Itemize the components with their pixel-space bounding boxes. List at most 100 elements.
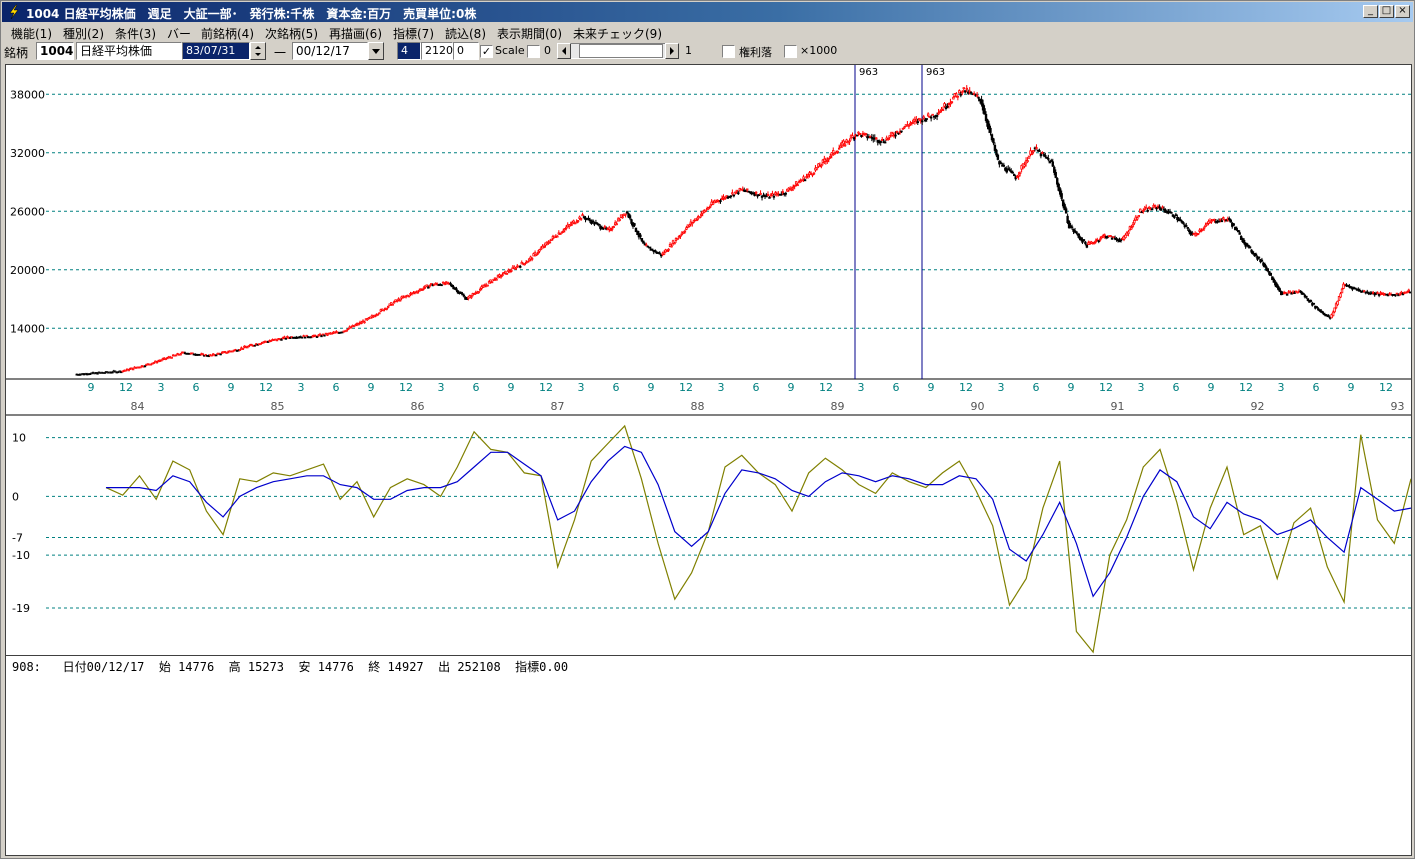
scroll-thumb[interactable]	[579, 44, 663, 58]
candle-body	[692, 220, 696, 223]
to-date-select[interactable]: 00/12/17	[292, 42, 368, 60]
stock-name-input[interactable]: 日経平均株価	[76, 42, 182, 60]
candle-body	[588, 219, 592, 222]
menu-condition[interactable]: 条件(3)	[115, 25, 156, 42]
candle-body	[479, 288, 482, 291]
candle-body	[378, 312, 381, 315]
candle-body	[1011, 171, 1014, 174]
candle-body	[576, 220, 580, 222]
candle-body	[542, 246, 546, 248]
candle-body	[1084, 241, 1087, 245]
candle-body	[612, 226, 615, 228]
candle-body	[490, 281, 494, 284]
chevron-down-icon[interactable]	[368, 42, 384, 60]
candle-body	[888, 135, 891, 138]
candle-body	[910, 122, 914, 124]
candle-body	[999, 162, 1003, 165]
candle-body	[731, 192, 734, 195]
candle-body	[925, 118, 928, 120]
candle-body	[1013, 174, 1016, 177]
candle-body	[843, 144, 847, 147]
candle-body	[1173, 215, 1176, 219]
minimize-button[interactable]: _	[1363, 5, 1378, 18]
candle-body	[879, 140, 882, 143]
month-tick-label: 9	[1208, 381, 1215, 394]
candle-body	[548, 241, 552, 244]
candle-body	[1312, 302, 1316, 305]
candle-body	[1245, 243, 1249, 246]
menu-bar-item[interactable]: バー	[167, 25, 191, 42]
menu-redraw[interactable]: 再描画(6)	[329, 25, 382, 42]
param-offset-input[interactable]: 0	[453, 42, 479, 60]
candle-body	[1109, 235, 1112, 238]
candle-body	[1222, 217, 1225, 220]
menu-indicator[interactable]: 指標(7)	[393, 25, 434, 42]
osc-axis-label: -7	[12, 532, 23, 545]
candle-body	[1110, 237, 1114, 240]
candle-body	[579, 217, 583, 220]
menu-prev-stock[interactable]: 前銘柄(4)	[201, 25, 254, 42]
chart-canvas[interactable]: 14000 20000 26000 32000 38000 9 12 3 6 9 12 3 6 9 12 3 6…	[6, 65, 1411, 655]
candle-body	[382, 309, 385, 312]
candle-body	[642, 240, 645, 244]
candle-body	[820, 164, 823, 167]
scale-label: Scale	[495, 44, 525, 57]
scroll-track[interactable]	[571, 43, 665, 59]
menu-function[interactable]: 機能(1)	[11, 25, 52, 42]
candle-body	[1247, 244, 1250, 247]
candle-body	[427, 286, 430, 289]
spin-arrows-icon[interactable]	[250, 42, 266, 60]
candle-body	[977, 96, 980, 99]
menu-display-period[interactable]: 表示期間(0)	[497, 25, 562, 42]
candle-body	[1047, 158, 1050, 160]
kenri-checkbox[interactable]	[722, 45, 735, 58]
arrow-left-icon[interactable]	[557, 43, 571, 59]
menu-future-check[interactable]: 未来チェック(9)	[573, 25, 662, 42]
candle-body	[1278, 288, 1281, 292]
month-tick-label: 3	[718, 381, 725, 394]
stock-code-input[interactable]: 1004	[36, 42, 74, 60]
zero-checkbox[interactable]	[527, 45, 540, 58]
month-tick-label: 12	[259, 381, 273, 394]
menu-load[interactable]: 読込(8)	[445, 25, 486, 42]
close-button[interactable]: ×	[1395, 5, 1410, 18]
chart-panel[interactable]: 14000 20000 26000 32000 38000 9 12 3 6 9 12 3 6 9 12 3 6…	[5, 64, 1412, 656]
from-date-input[interactable]: 83/07/31	[182, 42, 250, 60]
candle-body	[1056, 178, 1059, 185]
scale-checkbox[interactable]: ✓	[480, 45, 493, 58]
menu-next-stock[interactable]: 次銘柄(5)	[265, 25, 318, 42]
maximize-button[interactable]: □	[1379, 5, 1394, 18]
month-tick-label: 12	[1099, 381, 1113, 394]
candle-body	[1284, 292, 1287, 294]
arrow-right-icon[interactable]	[665, 43, 679, 59]
candle-body	[768, 196, 771, 199]
candle-body	[1220, 220, 1224, 223]
candle-body	[926, 113, 930, 117]
candle-body	[791, 186, 795, 189]
candle-body	[1030, 153, 1034, 155]
candle-body	[1017, 174, 1020, 177]
candle-body	[676, 237, 679, 241]
candle-body	[1155, 207, 1158, 210]
candle-body	[719, 200, 722, 202]
candle-body	[1238, 232, 1241, 235]
candle-body	[1376, 292, 1379, 295]
param-value-input[interactable]: 2120	[421, 42, 453, 60]
candle-body	[1236, 229, 1240, 233]
title-bar[interactable]: 1004 日経平均株価 週足 大証一部･ 発行株:千株 資本金:百万 売買単位:…	[2, 2, 1413, 22]
candle-body	[1153, 205, 1157, 208]
price-axis-label: 26000	[10, 205, 45, 218]
candle-body	[1044, 155, 1047, 157]
candle-body	[781, 191, 785, 194]
candle-body	[1008, 169, 1011, 171]
x1000-checkbox[interactable]	[784, 45, 797, 58]
month-tick-label: 3	[1138, 381, 1145, 394]
candle-body	[214, 354, 218, 357]
candle-body	[633, 223, 636, 226]
param-period-input[interactable]: 4	[397, 42, 421, 60]
candle-body	[1266, 268, 1270, 272]
candle-body	[1333, 307, 1336, 313]
menu-type[interactable]: 種別(2)	[63, 25, 104, 42]
candle-body	[1217, 220, 1221, 223]
candle-body	[253, 344, 256, 347]
